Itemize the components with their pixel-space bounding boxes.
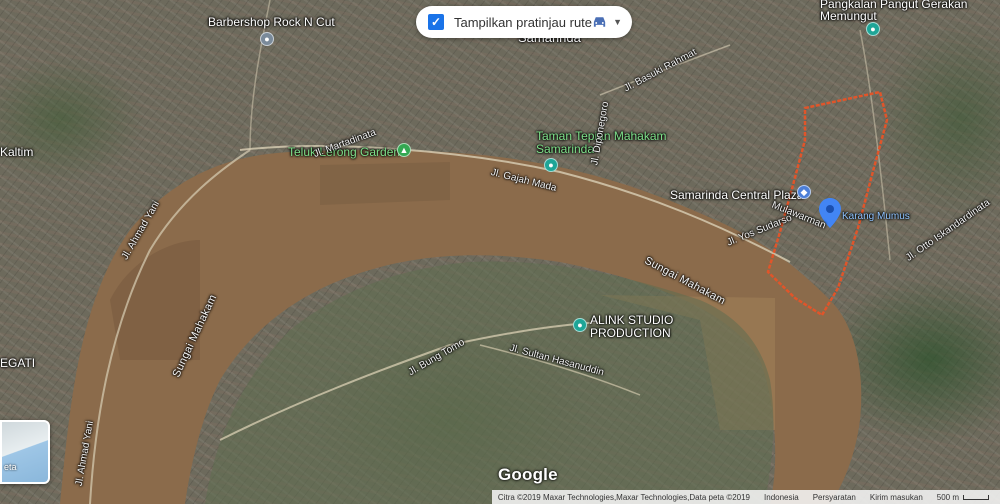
terms-link[interactable]: Persyaratan: [813, 493, 856, 502]
chevron-down-icon[interactable]: ▼: [613, 17, 622, 27]
scale-indicator[interactable]: 500 m: [937, 493, 989, 502]
google-logo: Google: [498, 465, 558, 484]
scale-bar: [963, 494, 989, 500]
feedback-link[interactable]: Kirim masukan: [870, 493, 923, 502]
place-central-plaza[interactable]: Samarinda Central Plaza: [670, 188, 803, 202]
place-egati: EGATI: [0, 356, 36, 370]
map-footer: Citra ©2019 Maxar Technologies,Maxar Tec…: [491, 490, 1000, 504]
car-icon[interactable]: [592, 15, 607, 29]
map-layer: [60, 0, 891, 504]
layer-thumb-label: eta: [4, 462, 17, 472]
route-preview-toggle[interactable]: ✓ Tampilkan pratinjau rute ▼: [416, 6, 632, 38]
map-layer-switcher[interactable]: eta: [0, 420, 50, 484]
satellite-map[interactable]: Barbershop Rock N Cut ● Pangkalan Pangut…: [0, 0, 1000, 504]
place-karang-mumus[interactable]: Karang Mumus: [842, 211, 910, 222]
place-taman-tepian[interactable]: Taman Tepian Mahakam Samarinda: [536, 130, 676, 156]
scale-label: 500 m: [936, 492, 959, 502]
route-preview-label: Tampilkan pratinjau rute: [454, 14, 593, 30]
place-pangkalan[interactable]: Pangkalan Pangut Gerakan Memungut: [820, 0, 1000, 22]
route-preview-checkbox[interactable]: ✓: [428, 14, 444, 30]
pangkalan-marker-icon[interactable]: ●: [866, 22, 880, 36]
language-link[interactable]: Indonesia: [764, 493, 799, 502]
alink-marker-icon[interactable]: ●: [573, 318, 587, 332]
place-kaltim: Kaltim: [0, 145, 34, 159]
barbershop-marker-icon[interactable]: ●: [260, 32, 274, 46]
shopping-bag-icon[interactable]: ◆: [797, 185, 811, 199]
place-barbershop[interactable]: Barbershop Rock N Cut: [208, 15, 335, 29]
place-alink[interactable]: ALINK STUDIO PRODUCTION: [590, 314, 680, 340]
road-north-2: [859, 29, 891, 261]
taman-tepian-marker-icon[interactable]: ●: [544, 158, 558, 172]
river-shade-1: [320, 162, 450, 205]
park-icon[interactable]: ▲: [397, 143, 411, 157]
map-attribution: Citra ©2019 Maxar Technologies,Maxar Tec…: [497, 492, 751, 502]
